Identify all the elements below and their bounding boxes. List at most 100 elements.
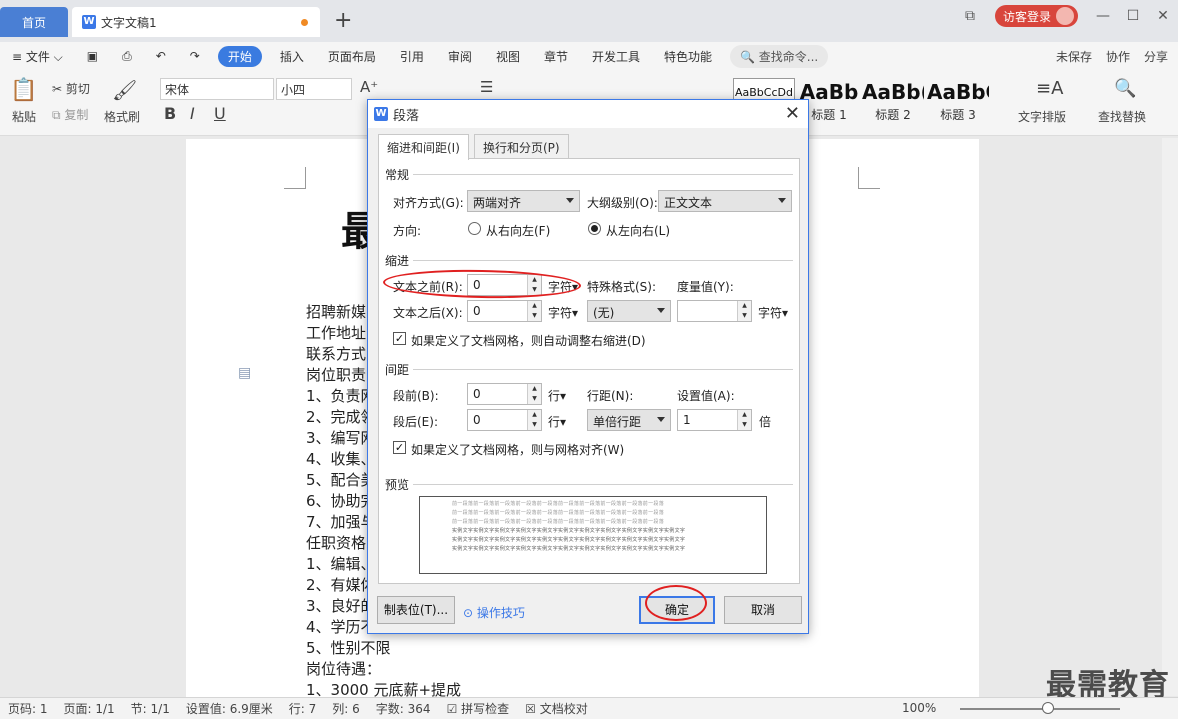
spinner-icon[interactable]: ▲ ▼	[737, 410, 751, 430]
direction-label: 方向:	[393, 224, 422, 238]
before-para-input[interactable]: 0 ▲ ▼	[467, 383, 542, 405]
tab-home[interactable]: 首页	[0, 7, 68, 37]
menu-file[interactable]: ≡ 文件 ⌵	[0, 48, 75, 65]
cancel-button[interactable]: 取消	[724, 596, 802, 624]
menu-start[interactable]: 开始	[217, 45, 262, 67]
tab-indent-spacing[interactable]: 缩进和间距(I)	[378, 134, 469, 160]
print-icon[interactable]: ⎙	[110, 49, 144, 64]
restore-icon[interactable]: ⧉	[955, 8, 985, 24]
doc-line: 2、有媒体	[306, 576, 376, 594]
rtl-radio[interactable]	[468, 222, 481, 235]
font-size-select[interactable]: 小四	[276, 78, 352, 100]
rtl-label[interactable]: 从右向左(F)	[486, 222, 550, 239]
after-para-unit[interactable]: 行▾	[548, 413, 566, 430]
dialog-close-button[interactable]: ✕	[785, 103, 800, 124]
after-para-input[interactable]: 0 ▲ ▼	[467, 409, 542, 431]
doc-line: 7、加强与	[306, 513, 376, 531]
underline-icon[interactable]: U	[214, 104, 226, 123]
copy-button[interactable]: ⧉ 复制	[52, 106, 88, 123]
status-words[interactable]: 字数: 364	[368, 700, 439, 717]
doc-line: 招聘新媒	[306, 303, 367, 321]
spinner-icon[interactable]: ▲ ▼	[527, 384, 541, 404]
status-pages[interactable]: 页面: 1/1	[56, 700, 123, 717]
menu-layout[interactable]: 页面布局	[316, 48, 388, 65]
measure-input[interactable]: ▲ ▼	[677, 300, 752, 322]
ltr-radio[interactable]	[588, 222, 601, 235]
ltr-label[interactable]: 从左向右(L)	[606, 222, 670, 239]
find-replace-icon[interactable]: 🔍	[1114, 78, 1136, 99]
vertical-scrollbar[interactable]	[1162, 138, 1178, 696]
style-heading-2[interactable]: AaBb( 标题 2	[862, 78, 924, 124]
page-corner-marker	[858, 167, 880, 189]
new-tab-button[interactable]: +	[334, 8, 352, 33]
auto-right-indent-label[interactable]: 如果定义了文档网格，则自动调整右缩进(D)	[411, 332, 646, 349]
zoom-level[interactable]: 100%	[902, 701, 936, 715]
outline-select[interactable]: 正文文本	[658, 190, 792, 212]
before-para-label: 段前(B):	[393, 389, 439, 403]
font-grow-icon[interactable]: A⁺	[360, 78, 378, 96]
doc-proof-button[interactable]: ☒ 文档校对	[517, 700, 596, 717]
spinner-icon[interactable]: ▲ ▼	[527, 301, 541, 321]
tab-document[interactable]: W 文字文稿1	[72, 7, 320, 37]
zoom-slider-knob[interactable]	[1042, 702, 1054, 714]
spinner-icon[interactable]: ▲ ▼	[527, 410, 541, 430]
bold-icon[interactable]: B	[164, 104, 176, 123]
collab-button[interactable]: 协作	[1106, 48, 1130, 65]
grid-align-checkbox[interactable]: ✓	[393, 441, 406, 454]
align-select[interactable]: 两端对齐	[467, 190, 580, 212]
menu-chapter[interactable]: 章节	[532, 48, 580, 65]
paste-icon[interactable]: 📋	[8, 78, 40, 103]
close-button[interactable]: ✕	[1148, 8, 1178, 24]
italic-icon[interactable]: I	[190, 104, 195, 123]
auto-right-indent-checkbox[interactable]: ✓	[393, 332, 406, 345]
bullets-icon[interactable]: ☰	[480, 78, 493, 96]
login-button[interactable]: 访客登录	[994, 5, 1078, 27]
after-text-input[interactable]: 0 ▲ ▼	[467, 300, 542, 322]
status-section[interactable]: 节: 1/1	[123, 700, 178, 717]
format-painter-icon[interactable]: 🖌	[112, 78, 137, 102]
after-text-unit[interactable]: 字符▾	[548, 304, 578, 321]
preview-line: 前一段落前一段落前一段落前一段落前一段落前一段落前一段落前一段落前一段落前一段落	[452, 501, 665, 507]
find-replace-label[interactable]: 查找替换	[1098, 108, 1146, 125]
menu-developer[interactable]: 开发工具	[580, 48, 652, 65]
zoom-slider[interactable]	[960, 708, 1120, 710]
before-para-unit[interactable]: 行▾	[548, 387, 566, 404]
status-page-num[interactable]: 页码: 1	[0, 700, 56, 717]
unsaved-button[interactable]: 未保存	[1056, 48, 1092, 65]
menu-insert[interactable]: 插入	[268, 48, 316, 65]
dialog-titlebar[interactable]: W 段落 ✕	[368, 100, 808, 128]
spell-check-button[interactable]: ☑ 拼写检查	[439, 700, 518, 717]
text-layout-label[interactable]: 文字排版	[1018, 108, 1066, 125]
spinner-icon[interactable]: ▲ ▼	[737, 301, 751, 321]
section-spacing: 间距	[385, 363, 410, 377]
redo-icon[interactable]: ↷	[178, 49, 212, 63]
font-select[interactable]: 宋体	[160, 78, 274, 100]
menu-view[interactable]: 视图	[484, 48, 532, 65]
style-heading-3[interactable]: AaBbC 标题 3	[927, 78, 989, 124]
paragraph-handle-icon[interactable]: ▤	[238, 365, 251, 381]
paste-label[interactable]: 粘贴	[6, 108, 42, 125]
after-text-label: 文本之后(X):	[393, 306, 463, 320]
format-painter-label[interactable]: 格式刷	[104, 108, 140, 125]
share-button[interactable]: 分享	[1144, 48, 1168, 65]
minimize-button[interactable]: —	[1088, 8, 1118, 24]
grid-align-label[interactable]: 如果定义了文档网格，则与网格对齐(W)	[411, 441, 624, 458]
undo-icon[interactable]: ↶	[144, 49, 178, 63]
status-setting[interactable]: 设置值: 6.9厘米	[178, 700, 281, 717]
maximize-button[interactable]: ☐	[1118, 8, 1148, 24]
tab-line-page-break[interactable]: 换行和分页(P)	[474, 134, 569, 158]
special-format-select[interactable]: (无)	[587, 300, 671, 322]
cut-button[interactable]: ✂ 剪切	[52, 80, 90, 97]
tips-link[interactable]: ⊙ 操作技巧	[463, 604, 525, 621]
menu-features[interactable]: 特色功能	[652, 48, 724, 65]
measure-unit[interactable]: 字符▾	[758, 304, 788, 321]
line-spacing-select[interactable]: 单倍行距	[587, 409, 671, 431]
menu-reference[interactable]: 引用	[388, 48, 436, 65]
set-value-input[interactable]: 1 ▲ ▼	[677, 409, 752, 431]
menu-review[interactable]: 审阅	[436, 48, 484, 65]
tab-stops-button[interactable]: 制表位(T)...	[377, 596, 455, 624]
text-layout-icon[interactable]: ≡A	[1036, 78, 1063, 99]
command-search[interactable]: 🔍 查找命令...	[730, 44, 829, 68]
save-icon[interactable]: ▣	[75, 49, 110, 63]
unsaved-dot-icon	[301, 19, 308, 26]
